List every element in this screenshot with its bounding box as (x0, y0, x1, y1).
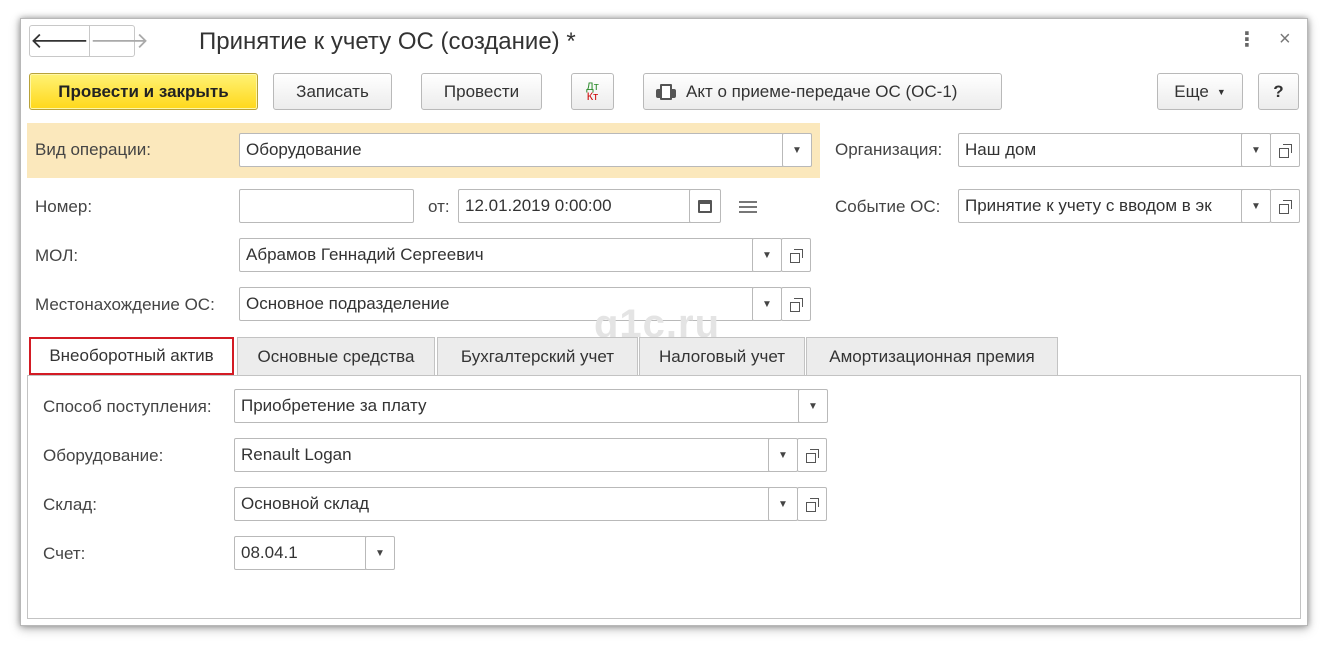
tab-accounting[interactable]: Бухгалтерский учет (437, 337, 638, 375)
equipment-open-icon[interactable] (797, 438, 827, 472)
location-open-icon[interactable] (781, 287, 811, 321)
mol-label: МОЛ: (35, 246, 79, 265)
location-label: Местонахождение ОС: (35, 295, 215, 314)
navigation-buttons: 🡐 🡒 (29, 25, 149, 57)
tab-depreciation-bonus[interactable]: Амортизационная премия (806, 337, 1058, 375)
date-label: от: (428, 197, 450, 216)
date-field[interactable]: 12.01.2019 0:00:00 (458, 189, 692, 223)
calendar-icon[interactable] (689, 189, 721, 223)
warehouse-field[interactable]: Основной склад (234, 487, 771, 521)
post-and-close-button[interactable]: Провести и закрыть (29, 73, 258, 110)
post-button[interactable]: Провести (421, 73, 542, 110)
forward-arrow-icon[interactable]: 🡒 (90, 26, 149, 56)
list-icon[interactable] (739, 201, 757, 213)
receipt-method-field[interactable]: Приобретение за плату (234, 389, 801, 423)
more-button[interactable]: Еще ▼ (1157, 73, 1243, 110)
help-button[interactable]: ? (1258, 73, 1299, 110)
tab-fixed-asset[interactable]: Внеоборотный актив (29, 337, 234, 375)
operation-type-field[interactable]: Оборудование (239, 133, 784, 167)
save-button[interactable]: Записать (273, 73, 392, 110)
mol-dropdown-icon[interactable]: ▼ (752, 238, 782, 272)
location-dropdown-icon[interactable]: ▼ (752, 287, 782, 321)
print-act-button[interactable]: Акт о приеме-передаче ОС (ОС-1) (643, 73, 1002, 110)
mol-field[interactable]: Абрамов Геннадий Сергеевич (239, 238, 754, 272)
organization-open-icon[interactable] (1270, 133, 1300, 167)
back-arrow-icon[interactable]: 🡐 (30, 26, 90, 56)
tab-panel: Способ поступления: Приобретение за плат… (27, 375, 1301, 619)
organization-dropdown-icon[interactable]: ▼ (1241, 133, 1271, 167)
more-vertical-icon[interactable]: ⋮ (1237, 27, 1257, 52)
organization-label: Организация: (835, 140, 943, 159)
event-dropdown-icon[interactable]: ▼ (1241, 189, 1271, 223)
account-label: Счет: (43, 544, 86, 563)
equipment-label: Оборудование: (43, 446, 164, 465)
account-dropdown-icon[interactable]: ▼ (365, 536, 395, 570)
chevron-down-icon: ▼ (1216, 86, 1226, 97)
warehouse-dropdown-icon[interactable]: ▼ (768, 487, 798, 521)
document-window: 🡐 🡒 Принятие к учету ОС (создание) * ⋮ ×… (20, 18, 1308, 626)
window-title: Принятие к учету ОС (создание) * (199, 28, 576, 55)
close-icon[interactable]: × (1279, 28, 1291, 51)
equipment-dropdown-icon[interactable]: ▼ (768, 438, 798, 472)
warehouse-label: Склад: (43, 495, 97, 514)
number-label: Номер: (35, 197, 93, 216)
account-field[interactable]: 08.04.1 (234, 536, 367, 570)
event-open-icon[interactable] (1270, 189, 1300, 223)
tab-fixed-assets[interactable]: Основные средства (237, 337, 435, 375)
mol-open-icon[interactable] (781, 238, 811, 272)
organization-field[interactable]: Наш дом (958, 133, 1245, 167)
equipment-field[interactable]: Renault Logan (234, 438, 771, 472)
more-label: Еще (1174, 81, 1209, 101)
warehouse-open-icon[interactable] (797, 487, 827, 521)
print-act-label: Акт о приеме-передаче ОС (ОС-1) (686, 81, 958, 101)
event-label: Событие ОС: (835, 197, 941, 216)
receipt-method-dropdown-icon[interactable]: ▼ (798, 389, 828, 423)
event-field[interactable]: Принятие к учету с вводом в эк (958, 189, 1245, 223)
operation-type-label: Вид операции: (35, 140, 151, 159)
receipt-method-label: Способ поступления: (43, 397, 212, 416)
operation-type-dropdown-icon[interactable]: ▼ (782, 133, 812, 167)
dt-kt-button[interactable]: Дт Кт (571, 73, 614, 110)
printer-icon (656, 83, 676, 100)
tab-tax[interactable]: Налоговый учет (639, 337, 805, 375)
dt-kt-icon: Дт Кт (586, 80, 599, 103)
number-field[interactable] (239, 189, 414, 223)
